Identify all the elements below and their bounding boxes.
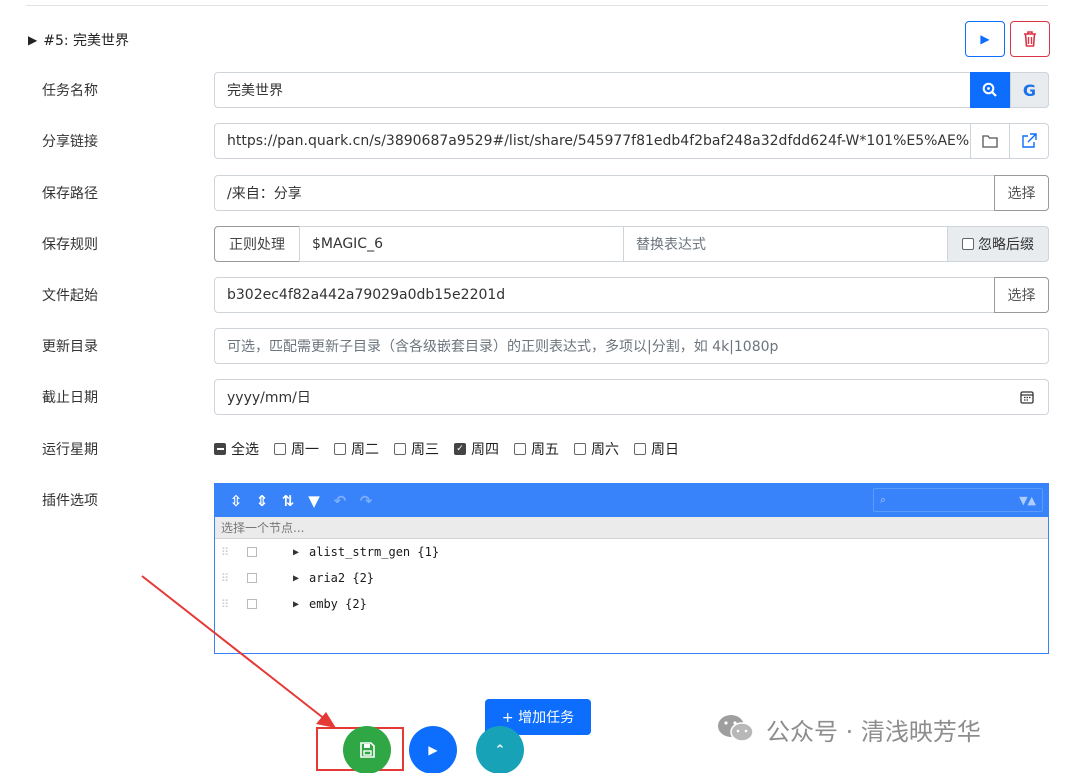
wechat-icon [718,715,754,742]
save-button[interactable] [343,726,391,773]
watermark: 公众号 · 清浅映芳华 [716,709,981,749]
chevron-up-icon: ⌃ [494,742,506,758]
scroll-top-button[interactable]: ⌃ [476,726,524,773]
save-icon [360,742,375,758]
watermark-text: 公众号 · 清浅映芳华 [766,717,981,746]
annotation-arrow [141,575,336,728]
play-icon: ▶ [428,743,438,757]
run-all-button[interactable]: ▶ [409,726,457,773]
